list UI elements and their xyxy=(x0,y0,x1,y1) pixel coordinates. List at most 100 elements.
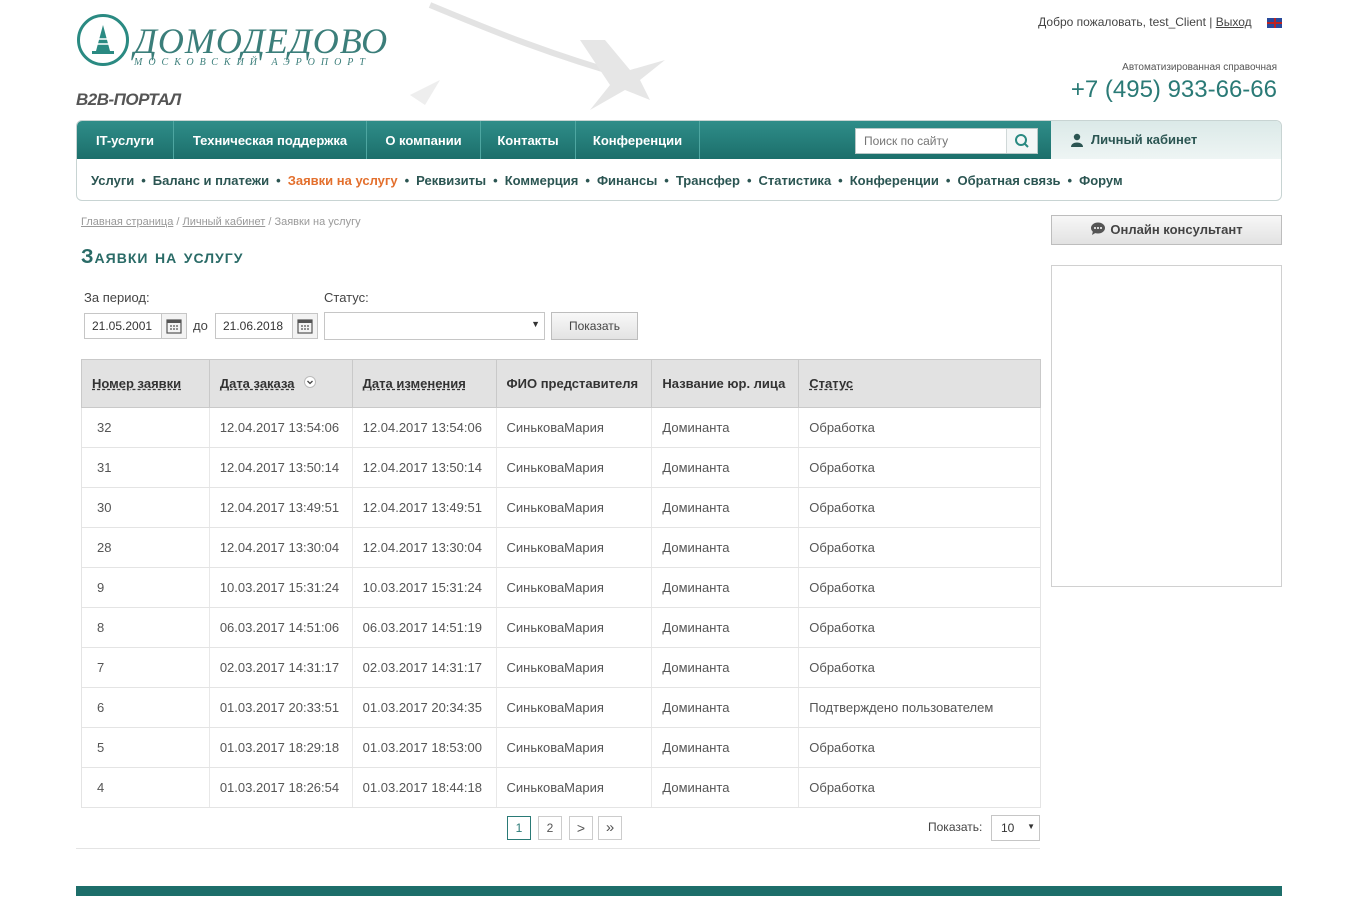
subnav-balance[interactable]: Баланс и платежи xyxy=(153,173,269,188)
subnav-conferences[interactable]: Конференции xyxy=(850,173,939,188)
cell-representative: СиньковаМария xyxy=(495,767,652,808)
table-row[interactable]: 4 01.03.2017 18:26:54 01.03.2017 18:44:18 С… xyxy=(81,767,1041,808)
column-header-status[interactable]: Статус xyxy=(798,359,1041,408)
status-label: Статус: xyxy=(324,290,369,305)
cell-representative: СиньковаМария xyxy=(495,487,652,528)
breadcrumb-home[interactable]: Главная страница xyxy=(81,216,173,228)
menu-item-it-services[interactable]: IT-услуги xyxy=(77,121,174,159)
cell-legal-entity: Доминанта xyxy=(651,487,799,528)
search-button[interactable] xyxy=(1006,129,1037,153)
subnav-statistics[interactable]: Статистика xyxy=(759,173,832,188)
cell-representative: СиньковаМария xyxy=(495,687,652,728)
page-size-label: Показать: xyxy=(928,820,983,834)
table-row[interactable]: 32 12.04.2017 13:54:06 12.04.2017 13:54:06… xyxy=(81,407,1041,448)
column-header-number[interactable]: Номер заявки xyxy=(81,359,210,408)
column-header-change-date[interactable]: Дата изменения xyxy=(351,359,497,408)
cell-representative: СиньковаМария xyxy=(495,647,652,688)
cell-number: 4 xyxy=(81,767,210,808)
table-row[interactable]: 31 12.04.2017 13:50:14 12.04.2017 13:50:14… xyxy=(81,447,1041,488)
last-page-button[interactable]: » xyxy=(598,816,622,840)
table-row[interactable]: 6 01.03.2017 20:33:51 01.03.2017 20:34:35 С… xyxy=(81,687,1041,728)
cell-order-date: 02.03.2017 14:31:17 xyxy=(208,647,353,688)
calendar-icon xyxy=(297,319,313,334)
main-menu: IT-услуги Техническая поддержка О компан… xyxy=(77,121,1051,159)
subnav-requests[interactable]: Заявки на услугу xyxy=(288,173,398,188)
cell-number: 30 xyxy=(81,487,210,528)
page-size-select[interactable]: 10 ▼ xyxy=(991,815,1040,841)
phone-number: +7 (495) 933-66-66 xyxy=(1070,76,1277,103)
date-from-input[interactable]: 21.05.2001 xyxy=(84,313,162,339)
subnav-feedback[interactable]: Обратная связь xyxy=(957,173,1060,188)
subnav-forum[interactable]: Форум xyxy=(1079,173,1122,188)
subnav-services[interactable]: Услуги xyxy=(91,173,134,188)
table-row[interactable]: 9 10.03.2017 15:31:24 10.03.2017 15:31:24 С… xyxy=(81,567,1041,608)
status-select[interactable]: ▼ xyxy=(324,312,545,340)
tower-icon xyxy=(92,25,114,54)
logo-title[interactable]: ДОМОДЕДОВО xyxy=(134,20,388,62)
cell-order-date: 01.03.2017 20:33:51 xyxy=(208,687,353,728)
next-page-button[interactable]: > xyxy=(569,816,593,840)
cell-change-date: 01.03.2017 18:53:00 xyxy=(351,727,497,768)
search-input[interactable] xyxy=(856,129,1006,153)
personal-cabinet-tab[interactable]: Личный кабинет xyxy=(1051,121,1281,159)
main-navigation: IT-услуги Техническая поддержка О компан… xyxy=(76,120,1282,201)
site-search xyxy=(855,128,1038,154)
menu-item-about[interactable]: О компании xyxy=(367,121,481,159)
date-to-calendar-button[interactable] xyxy=(292,313,318,339)
table-row[interactable]: 5 01.03.2017 18:29:18 01.03.2017 18:53:00 С… xyxy=(81,727,1041,768)
page-button-1[interactable]: 1 xyxy=(507,816,531,840)
cell-number: 28 xyxy=(81,527,210,568)
show-button[interactable]: Показать xyxy=(551,312,638,340)
cell-order-date: 10.03.2017 15:31:24 xyxy=(208,567,353,608)
page-button-2[interactable]: 2 xyxy=(538,816,562,840)
logo-emblem[interactable] xyxy=(77,14,129,66)
cell-status: Обработка xyxy=(798,607,1041,648)
cell-representative: СиньковаМария xyxy=(495,447,652,488)
menu-item-contacts[interactable]: Контакты xyxy=(481,121,576,159)
cell-status: Обработка xyxy=(798,727,1041,768)
cell-change-date: 01.03.2017 20:34:35 xyxy=(351,687,497,728)
cell-representative: СиньковаМария xyxy=(495,727,652,768)
subnav-transfer[interactable]: Трансфер xyxy=(676,173,740,188)
menu-item-support[interactable]: Техническая поддержка xyxy=(174,121,367,159)
cell-legal-entity: Доминанта xyxy=(651,607,799,648)
online-consultant-button[interactable]: Онлайн консультант xyxy=(1051,215,1282,245)
cell-status: Обработка xyxy=(798,407,1041,448)
cell-change-date: 01.03.2017 18:44:18 xyxy=(351,767,497,808)
cell-status: Обработка xyxy=(798,767,1041,808)
cell-order-date: 06.03.2017 14:51:06 xyxy=(208,607,353,648)
cell-change-date: 02.03.2017 14:31:17 xyxy=(351,647,497,688)
logout-link[interactable]: Выход xyxy=(1216,15,1252,29)
search-icon xyxy=(1015,134,1029,148)
subnav-finance[interactable]: Финансы xyxy=(597,173,657,188)
info-label: Автоматизированная справочная xyxy=(1122,62,1277,73)
personal-cabinet-label: Личный кабинет xyxy=(1091,132,1198,147)
column-header-order-date[interactable]: Дата заказа xyxy=(208,359,353,408)
cell-change-date: 10.03.2017 15:31:24 xyxy=(351,567,497,608)
sort-desc-icon[interactable] xyxy=(304,376,317,391)
page-size-value: 10 xyxy=(1001,821,1015,835)
date-from-calendar-button[interactable] xyxy=(161,313,187,339)
menu-item-conferences[interactable]: Конференции xyxy=(576,121,700,159)
table-header-row: Номер заявки Дата заказа Дата изменения … xyxy=(81,359,1041,408)
portal-label: B2B-ПОРТАЛ xyxy=(76,90,181,109)
table-row[interactable]: 28 12.04.2017 13:30:04 12.04.2017 13:30:04… xyxy=(81,527,1041,568)
table-row[interactable]: 8 06.03.2017 14:51:06 06.03.2017 14:51:19 С… xyxy=(81,607,1041,648)
subnav-commerce[interactable]: Коммерция xyxy=(505,173,579,188)
footer-bar xyxy=(76,886,1282,896)
requests-table: Номер заявки Дата заказа Дата изменения … xyxy=(81,359,1041,808)
breadcrumb-cabinet[interactable]: Личный кабинет xyxy=(183,216,266,228)
english-flag-icon[interactable] xyxy=(1267,17,1282,28)
table-row[interactable]: 30 12.04.2017 13:49:51 12.04.2017 13:49:51… xyxy=(81,487,1041,528)
logo-subtitle: МОСКОВСКИЙ АЭРОПОРТ xyxy=(134,57,371,68)
period-label: За период: xyxy=(84,290,150,305)
cell-number: 7 xyxy=(81,647,210,688)
cell-change-date: 12.04.2017 13:30:04 xyxy=(351,527,497,568)
subnav-details[interactable]: Реквизиты xyxy=(416,173,486,188)
cell-number: 8 xyxy=(81,607,210,648)
table-row[interactable]: 7 02.03.2017 14:31:17 02.03.2017 14:31:17 С… xyxy=(81,647,1041,688)
cell-legal-entity: Доминанта xyxy=(651,767,799,808)
cell-status: Обработка xyxy=(798,647,1041,688)
date-to-input[interactable]: 21.06.2018 xyxy=(215,313,293,339)
cell-status: Подтверждено пользователем xyxy=(798,687,1041,728)
